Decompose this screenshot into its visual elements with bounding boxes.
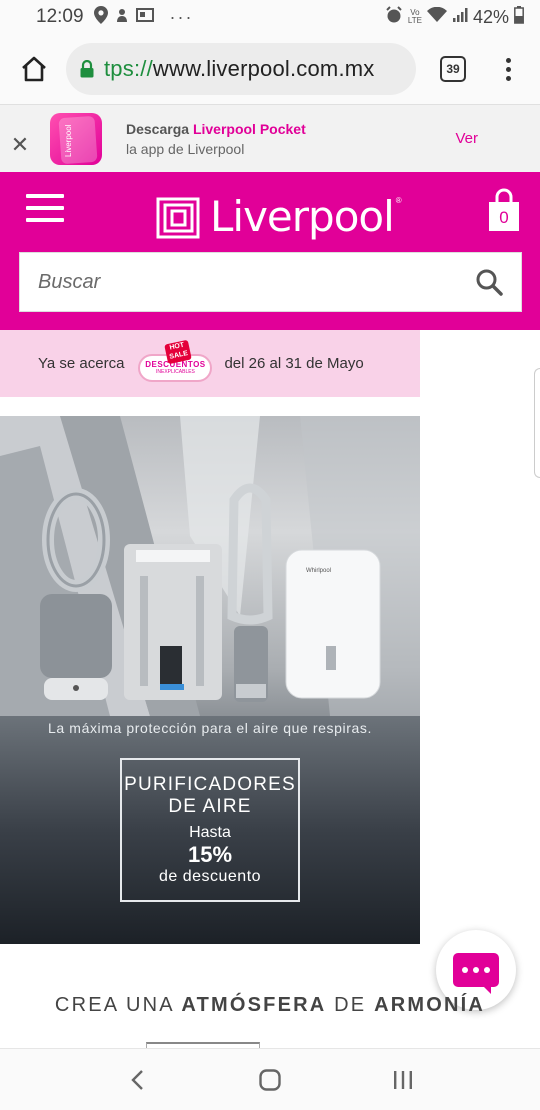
section-title-2: ATMÓSFERA	[181, 994, 327, 1016]
status-left-icons: ···	[93, 5, 194, 29]
system-navbar	[0, 1048, 540, 1110]
chat-icon	[453, 953, 499, 994]
app-banner-prefix: Descarga	[126, 120, 193, 137]
offer-value: 15%	[187, 842, 233, 867]
screen: 12:09 ··· Vo LTE 42% tps://www.liverpool…	[0, 0, 540, 1110]
logo-mark-icon	[156, 197, 200, 238]
view-app-link[interactable]: Ver	[455, 130, 478, 147]
more-notifications-icon: ···	[169, 6, 194, 27]
home-button[interactable]	[14, 49, 54, 89]
hero-banner[interactable]: Whirlpool La máxima protección para el a…	[0, 416, 420, 944]
app-banner-subtitle: la app de Liverpool	[126, 140, 245, 157]
alarm-icon	[385, 5, 403, 29]
section-title-4: ARMONÍA	[374, 994, 486, 1016]
lock-icon	[80, 60, 94, 78]
url-text: tps://www.liverpool.com.mx	[104, 56, 375, 82]
offer-line-1: PURIFICADORES	[124, 774, 296, 795]
dehumidifier-brand: Whirlpool	[306, 568, 331, 574]
section-title: CREA UNA ATMÓSFERA DE ARMONÍA	[0, 994, 540, 1017]
tab-count: 39	[446, 62, 460, 76]
search-input[interactable]	[38, 270, 475, 294]
section-title-1: CREA UNA	[54, 994, 182, 1016]
cart-icon[interactable]: 0	[486, 188, 522, 234]
notification-icon	[114, 7, 130, 28]
hamburger-icon[interactable]	[26, 194, 64, 222]
hero-tagline: La máxima protección para el aire que re…	[48, 720, 372, 736]
recents-icon[interactable]	[383, 1060, 423, 1100]
status-time: 12:09	[36, 6, 84, 27]
promo-text-right: del 26 al 31 de Mayo	[224, 355, 364, 372]
logo[interactable]: Liverpool ®	[156, 192, 402, 241]
product-group: Whirlpool	[40, 483, 381, 702]
hot-sale-badge: DESCUENTOS INEXPLICABLES HOT SALE	[136, 339, 214, 386]
logo-registered: ®	[395, 196, 402, 205]
section-title-3: DE	[326, 994, 375, 1016]
dehumidifier-silver-product	[124, 544, 222, 700]
battery-icon	[514, 5, 524, 29]
signal-icon	[452, 7, 468, 28]
offer-box: PURIFICADORES DE AIRE Hasta 15% de descu…	[120, 758, 300, 902]
wifi-icon	[426, 6, 447, 28]
status-right-icons: Vo LTE 42%	[385, 5, 524, 29]
back-icon[interactable]	[117, 1060, 157, 1100]
promo-text-left: Ya se acerca	[38, 355, 125, 372]
location-icon	[93, 5, 108, 29]
status-bar: 12:09 ··· Vo LTE 42%	[0, 0, 540, 34]
volte-icon: Vo LTE	[407, 8, 422, 25]
battery-percent: 42%	[472, 6, 509, 27]
app-banner-brand: Liverpool Pocket	[192, 120, 306, 137]
fan-heater-product	[40, 488, 112, 700]
site-header: Liverpool ® 0	[0, 172, 540, 330]
app-banner-text: Descarga Liverpool Pocket la app de Live…	[126, 119, 306, 159]
home-icon	[22, 56, 46, 82]
url-scheme: tps://	[104, 56, 153, 81]
browser-toolbar: tps://www.liverpool.com.mx 39	[0, 34, 540, 104]
logo-text: Liverpool	[210, 192, 395, 241]
edge-panel-handle[interactable]	[534, 368, 540, 478]
offer-line-5: de descuento	[158, 868, 262, 885]
tower-fan-product	[227, 483, 273, 702]
overflow-menu-icon[interactable]	[498, 57, 518, 81]
gallery-icon	[135, 7, 154, 28]
badge-subtitle: INEXPLICABLES	[155, 369, 195, 375]
app-icon-text: Liverpool	[64, 124, 73, 157]
app-download-banner: ✕ Liverpool Descarga Liverpool Pocket la…	[0, 104, 540, 172]
offer-line-2: DE AIRE	[168, 796, 252, 817]
promo-strip[interactable]: Ya se acerca DESCUENTOS INEXPLICABLES HO…	[0, 330, 420, 397]
search-icon[interactable]	[475, 268, 503, 296]
close-icon[interactable]: ✕	[0, 132, 40, 158]
tabs-icon[interactable]: 39	[440, 56, 466, 82]
url-host: www.liverpool.com.mx	[152, 56, 375, 81]
app-icon[interactable]: Liverpool	[50, 112, 102, 165]
search-bar	[19, 252, 522, 312]
cart-count: 0	[499, 208, 509, 227]
home-nav-icon[interactable]	[250, 1060, 290, 1100]
address-bar[interactable]: tps://www.liverpool.com.mx	[66, 43, 416, 95]
offer-line-3: Hasta	[189, 824, 231, 841]
dehumidifier-white-product: Whirlpool	[285, 549, 381, 699]
